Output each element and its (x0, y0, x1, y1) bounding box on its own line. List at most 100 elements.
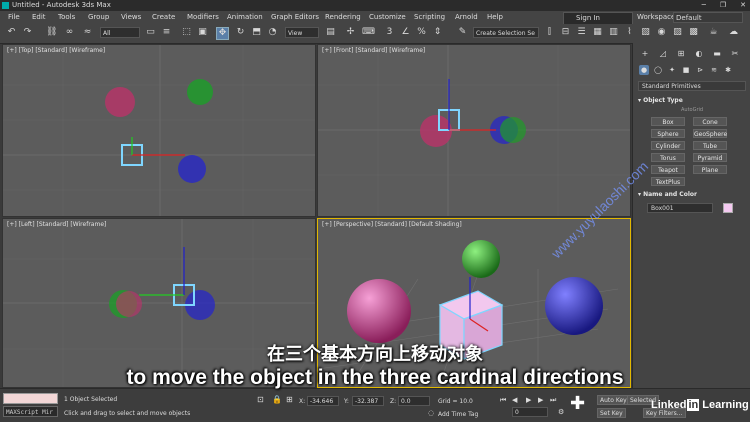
pink-sphere-persp[interactable] (347, 279, 411, 343)
select-and-move-icon[interactable]: ✥ (216, 27, 229, 40)
sphere-button[interactable]: Sphere (651, 129, 685, 138)
go-to-end-icon[interactable]: ⏭ (550, 396, 556, 405)
menu-rendering[interactable]: Rendering (325, 11, 361, 24)
time-tag-icon[interactable]: ◌ (428, 409, 434, 417)
viewport-label-perspective[interactable]: [+] [Perspective] [Standard] [Default Sh… (322, 221, 462, 228)
go-to-start-icon[interactable]: ⏮ (500, 396, 506, 405)
modify-tab-icon[interactable]: ◿ (657, 48, 669, 60)
plane-button[interactable]: Plane (693, 165, 727, 174)
cone-button[interactable]: Cone (693, 117, 727, 126)
hierarchy-tab-icon[interactable]: ⊞ (675, 48, 687, 60)
selection-filter-dropdown[interactable]: All (100, 27, 140, 38)
play-icon[interactable]: ▶ (526, 396, 531, 404)
autogrid-checkbox[interactable]: AutoGrid (681, 107, 703, 113)
unlink-icon[interactable]: ∞ (64, 27, 75, 38)
create-tab-icon[interactable]: + (639, 48, 651, 60)
box-button[interactable]: Box (651, 117, 685, 126)
green-sphere-front[interactable] (500, 117, 526, 143)
display-tab-icon[interactable]: ▬ (711, 48, 723, 60)
green-sphere[interactable] (187, 79, 213, 105)
rotate-icon[interactable]: ↻ (235, 27, 246, 38)
blue-sphere[interactable] (178, 155, 206, 183)
menu-help[interactable]: Help (487, 11, 503, 24)
menu-group[interactable]: Group (88, 11, 109, 24)
menu-modifiers[interactable]: Modifiers (187, 11, 219, 24)
undo-icon[interactable]: ↶ (6, 27, 17, 38)
blue-sphere-persp[interactable] (545, 277, 603, 335)
select-manipulate-icon[interactable]: ✢ (345, 27, 356, 38)
scale-icon[interactable]: ⬒ (251, 27, 262, 38)
viewport-front[interactable]: [+] [Front] [Standard] [Wireframe] (317, 44, 631, 217)
link-icon[interactable]: ⛓ (46, 27, 57, 38)
add-time-tag[interactable]: Add Time Tag (438, 411, 478, 418)
menu-arnold[interactable]: Arnold (455, 11, 478, 24)
select-object-icon[interactable]: ▭ (145, 27, 156, 38)
prev-frame-icon[interactable]: ◀ (512, 396, 517, 404)
auto-key-button[interactable]: Auto Key (597, 395, 630, 405)
edit-named-selection-icon[interactable]: ✎ (457, 27, 468, 38)
helpers-icon[interactable]: ⊳ (695, 65, 705, 75)
material-editor-icon[interactable]: ◉ (656, 27, 667, 38)
set-key-plus-icon[interactable]: ✚ (570, 393, 585, 414)
absolute-mode-icon[interactable]: ⊞ (286, 395, 293, 404)
snaps-toggle-icon[interactable]: 3 (384, 27, 395, 38)
render-in-cloud-icon[interactable]: ☁ (728, 27, 739, 38)
shapes-icon[interactable]: ◯ (653, 65, 663, 75)
geosphere-button[interactable]: GeoSphere (693, 129, 727, 138)
keyboard-shortcut-icon[interactable]: ⌨ (362, 27, 375, 38)
z-coordinate-field[interactable]: 0.0 (398, 396, 430, 406)
menu-animation[interactable]: Animation (227, 11, 263, 24)
object-color-swatch[interactable] (723, 203, 733, 213)
pink-sphere[interactable] (105, 87, 135, 117)
workspace-dropdown[interactable]: Default (673, 12, 743, 23)
menu-file[interactable]: File (8, 11, 20, 24)
torus-button[interactable]: Torus (651, 153, 685, 162)
primitive-category-dropdown[interactable]: Standard Primitives (638, 81, 746, 91)
textplus-button[interactable]: TextPlus (651, 177, 685, 186)
pink-sphere-left[interactable] (116, 291, 142, 317)
angle-snap-icon[interactable]: ∠ (400, 27, 411, 38)
maxscript-mini-listener[interactable]: MAXScript Mir (3, 406, 58, 417)
align-icon[interactable]: ⊟ (560, 27, 571, 38)
current-frame-field[interactable]: 0 (512, 407, 548, 417)
render-setup-icon[interactable]: ▨ (672, 27, 683, 38)
pyramid-button[interactable]: Pyramid (693, 153, 727, 162)
layer-explorer-icon[interactable]: ▦ (592, 27, 603, 38)
viewport-label-front[interactable]: [+] [Front] [Standard] [Wireframe] (322, 47, 425, 54)
set-key-button[interactable]: Set Key (597, 408, 626, 418)
curve-editor-icon[interactable]: ⌇ (624, 27, 635, 38)
menu-views[interactable]: Views (121, 11, 141, 24)
menu-edit[interactable]: Edit (32, 11, 46, 24)
toggle-scene-explorer-icon[interactable]: ☰ (576, 27, 587, 38)
viewport-label-left[interactable]: [+] [Left] [Standard] [Wireframe] (7, 221, 106, 228)
select-by-name-icon[interactable]: ≡ (161, 27, 172, 38)
systems-icon[interactable]: ✱ (723, 65, 733, 75)
maximize-icon[interactable]: ❐ (720, 0, 726, 11)
green-sphere-persp[interactable] (462, 240, 500, 278)
bind-space-warp-icon[interactable]: ≈ (82, 27, 93, 38)
name-color-rollout[interactable]: ▾ Name and Color (638, 191, 697, 198)
maxscript-listener-input[interactable] (3, 393, 58, 404)
rendered-frame-window-icon[interactable]: ▩ (688, 27, 699, 38)
ribbon-icon[interactable]: ▥ (608, 27, 619, 38)
percent-snap-icon[interactable]: % (416, 27, 427, 38)
space-warps-icon[interactable]: ≋ (709, 65, 719, 75)
geometry-icon[interactable]: ● (639, 65, 649, 75)
pivot-center-icon[interactable]: ▤ (325, 27, 336, 38)
window-crossing-icon[interactable]: ▣ (197, 27, 208, 38)
menu-scripting[interactable]: Scripting (414, 11, 445, 24)
selection-lock-icon[interactable]: 🔒 (272, 395, 282, 404)
lights-icon[interactable]: ✦ (667, 65, 677, 75)
named-selection-dropdown[interactable]: Create Selection Se (473, 27, 539, 38)
object-type-rollout[interactable]: ▾ Object Type (638, 97, 683, 104)
cylinder-button[interactable]: Cylinder (651, 141, 685, 150)
minimize-icon[interactable]: ─ (702, 0, 706, 11)
viewport-top[interactable]: [+] [Top] [Standard] [Wireframe] (2, 44, 316, 217)
menu-tools[interactable]: Tools (58, 11, 75, 24)
object-name-field[interactable]: Box001 (647, 203, 713, 213)
spinner-snap-icon[interactable]: ⇕ (432, 27, 443, 38)
cameras-icon[interactable]: ■ (681, 65, 691, 75)
motion-tab-icon[interactable]: ◐ (693, 48, 705, 60)
utilities-tab-icon[interactable]: ✂ (729, 48, 741, 60)
redo-icon[interactable]: ↷ (22, 27, 33, 38)
